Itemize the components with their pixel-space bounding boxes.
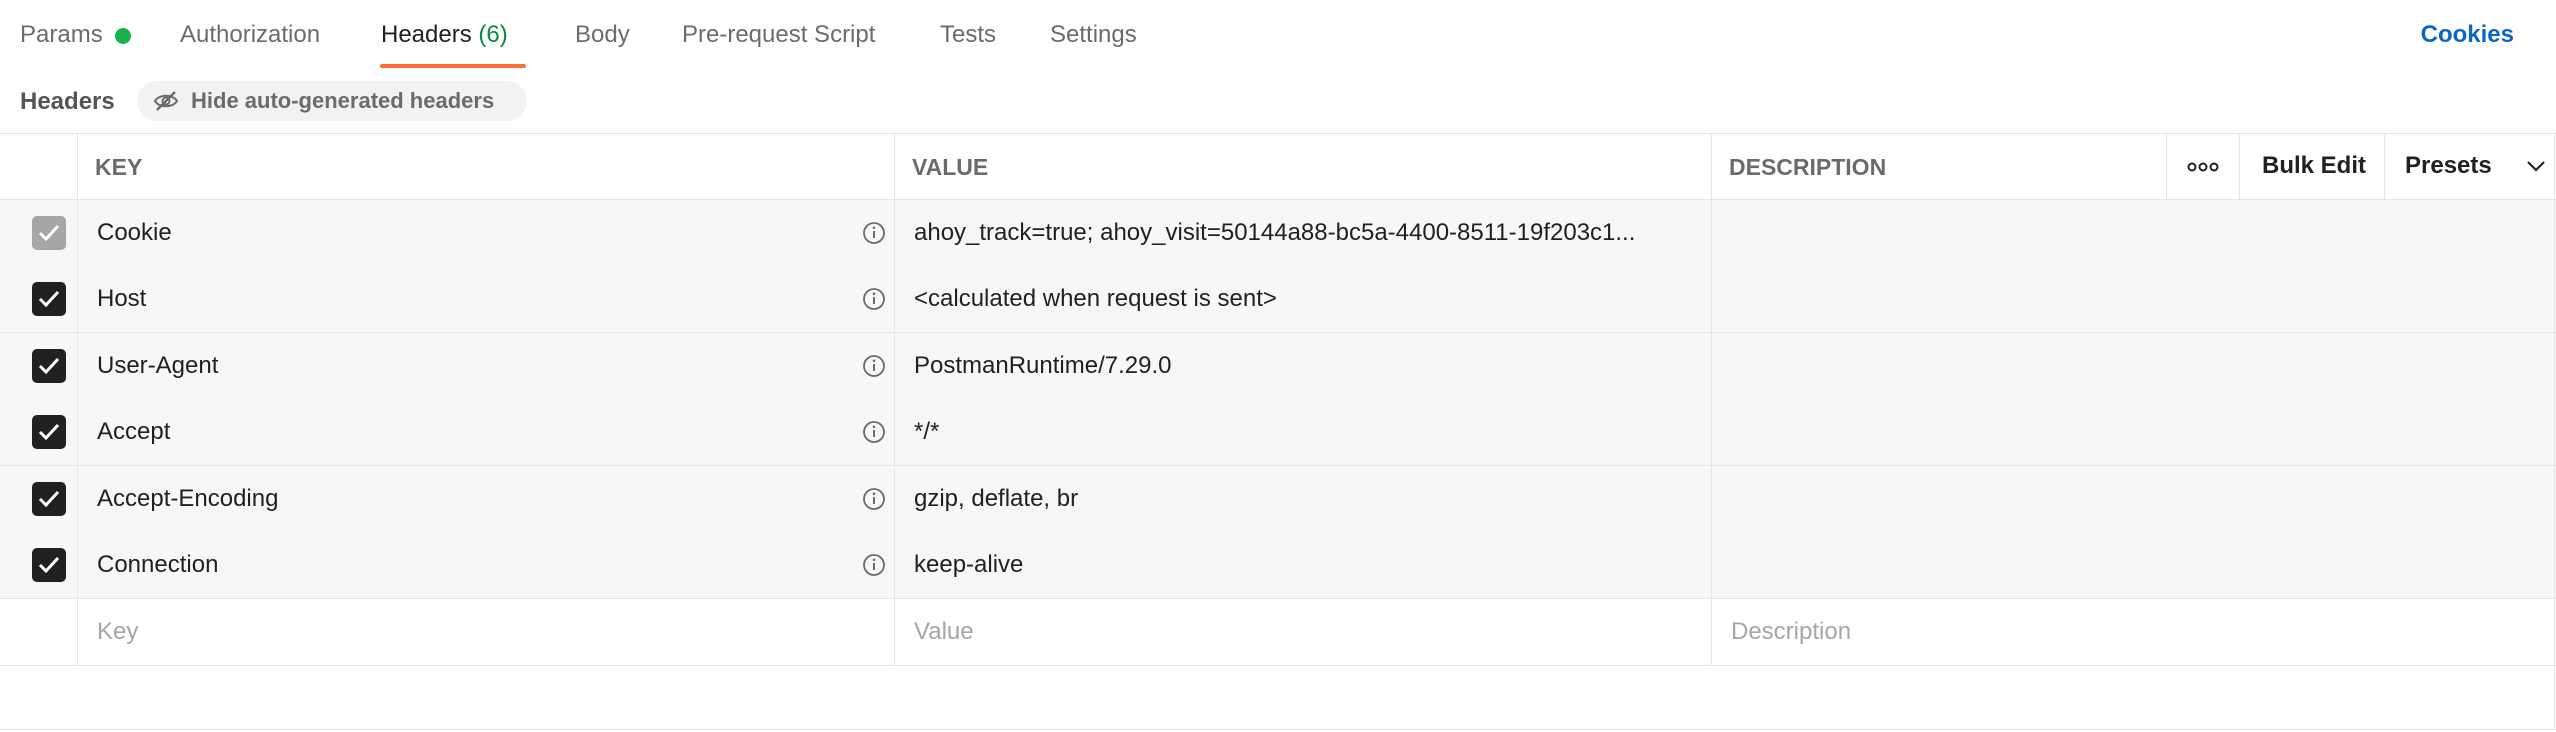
tab-headers[interactable]: Headers (6) bbox=[381, 18, 508, 52]
header-value[interactable]: PostmanRuntime/7.29.0 bbox=[914, 350, 1704, 382]
header-key[interactable]: Accept bbox=[97, 416, 837, 448]
column-divider bbox=[2384, 133, 2385, 199]
row-enabled-checkbox[interactable] bbox=[32, 216, 66, 250]
tab-headers-count: (6) bbox=[478, 21, 508, 48]
checkmark-icon bbox=[38, 490, 60, 508]
new-value-input[interactable]: Value bbox=[914, 616, 1704, 648]
tab-authorization[interactable]: Authorization bbox=[180, 18, 320, 52]
cookies-link[interactable]: Cookies bbox=[2421, 18, 2514, 52]
more-horizontal-icon bbox=[2187, 162, 2219, 172]
headers-section-title: Headers bbox=[20, 88, 115, 115]
bulk-edit-button[interactable]: Bulk Edit bbox=[2262, 133, 2366, 199]
header-value[interactable]: keep-alive bbox=[914, 549, 1704, 581]
header-key[interactable]: User-Agent bbox=[97, 350, 837, 382]
info-icon[interactable] bbox=[862, 287, 886, 311]
table-row: User-Agent PostmanRuntime/7.29.0 bbox=[0, 333, 2556, 399]
row-enabled-checkbox[interactable] bbox=[32, 349, 66, 383]
request-tabs: Params Authorization Headers (6) Body Pr… bbox=[0, 0, 2556, 70]
row-enabled-checkbox[interactable] bbox=[32, 415, 66, 449]
tab-settings[interactable]: Settings bbox=[1050, 18, 1137, 52]
tab-params[interactable]: Params bbox=[20, 18, 103, 52]
row-enabled-checkbox[interactable] bbox=[32, 482, 66, 516]
presets-dropdown[interactable]: Presets bbox=[2405, 133, 2553, 199]
tab-pre-request-script[interactable]: Pre-request Script bbox=[682, 18, 875, 52]
row-enabled-checkbox[interactable] bbox=[32, 548, 66, 582]
checkmark-icon bbox=[38, 224, 60, 242]
table-bottom-divider bbox=[0, 729, 2556, 730]
tab-body[interactable]: Body bbox=[575, 18, 630, 52]
header-value[interactable]: ahoy_track=true; ahoy_visit=50144a88-bc5… bbox=[914, 217, 1704, 249]
header-value[interactable]: <calculated when request is sent> bbox=[914, 283, 1704, 315]
header-key[interactable]: Connection bbox=[97, 549, 837, 581]
column-header-key: KEY bbox=[95, 154, 143, 180]
checkmark-icon bbox=[38, 556, 60, 574]
new-key-input[interactable]: Key bbox=[97, 616, 837, 648]
table-row: Cookie ahoy_track=true; ahoy_visit=50144… bbox=[0, 200, 2556, 266]
header-key[interactable]: Accept-Encoding bbox=[97, 483, 837, 515]
status-dot-icon bbox=[115, 28, 131, 44]
table-row: Host <calculated when request is sent> bbox=[0, 266, 2556, 332]
header-value[interactable]: gzip, deflate, br bbox=[914, 483, 1704, 515]
info-icon[interactable] bbox=[862, 420, 886, 444]
new-header-row: Key Value Description bbox=[0, 599, 2556, 665]
checkmark-icon bbox=[38, 423, 60, 441]
info-icon[interactable] bbox=[862, 487, 886, 511]
info-icon[interactable] bbox=[862, 354, 886, 378]
more-options-button[interactable] bbox=[2167, 133, 2239, 199]
active-tab-indicator bbox=[380, 64, 526, 68]
column-header-description: DESCRIPTION bbox=[1729, 154, 1887, 180]
header-key[interactable]: Host bbox=[97, 283, 837, 315]
table-row: Accept */* bbox=[0, 399, 2556, 465]
hide-auto-generated-headers-button[interactable]: Hide auto-generated headers bbox=[137, 81, 527, 121]
new-description-input[interactable]: Description bbox=[1731, 616, 2511, 648]
presets-label: Presets bbox=[2405, 152, 2492, 179]
table-divider bbox=[0, 665, 2556, 666]
table-row: Connection keep-alive bbox=[0, 532, 2556, 598]
headers-table: KEY VALUE DESCRIPTION Bulk Edit Presets … bbox=[0, 133, 2556, 730]
checkmark-icon bbox=[38, 290, 60, 308]
header-key[interactable]: Cookie bbox=[97, 217, 837, 249]
checkmark-icon bbox=[38, 357, 60, 375]
request-headers-panel: Params Authorization Headers (6) Body Pr… bbox=[0, 0, 2556, 732]
tab-headers-label: Headers bbox=[381, 21, 472, 48]
column-header-value: VALUE bbox=[912, 154, 989, 180]
row-enabled-checkbox[interactable] bbox=[32, 282, 66, 316]
info-icon[interactable] bbox=[862, 221, 886, 245]
hide-button-label: Hide auto-generated headers bbox=[191, 88, 495, 113]
info-icon[interactable] bbox=[862, 553, 886, 577]
column-divider bbox=[2239, 133, 2240, 199]
chevron-down-icon bbox=[2527, 161, 2545, 172]
table-row: Accept-Encoding gzip, deflate, br bbox=[0, 466, 2556, 532]
tab-tests[interactable]: Tests bbox=[940, 18, 996, 52]
eye-slash-icon bbox=[153, 91, 179, 111]
header-value[interactable]: */* bbox=[914, 416, 1704, 448]
